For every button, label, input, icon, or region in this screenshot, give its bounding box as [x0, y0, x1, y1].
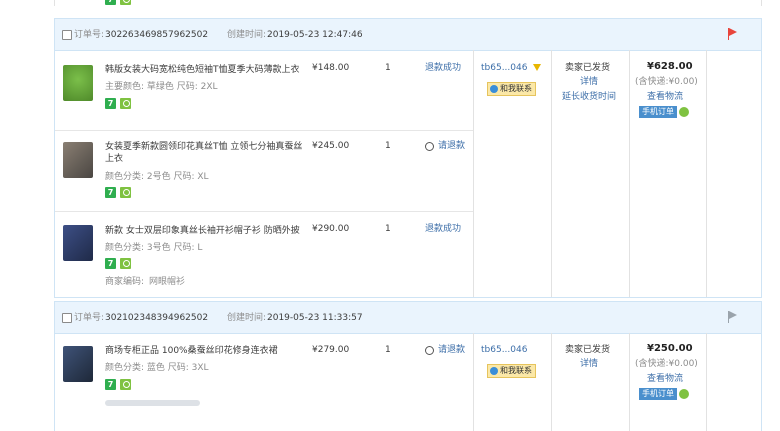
merchant-code: 网眼帽衫 — [149, 277, 186, 287]
seller-name-link[interactable]: tb65...046 — [481, 344, 527, 356]
order-total: ¥628.00 — [647, 61, 693, 72]
contact-seller-button[interactable]: 和我联系 — [487, 82, 536, 96]
product-title[interactable]: 女装夏季新款圆领印花真丝T恤 立领七分袖真蚕丝上衣 — [105, 141, 305, 165]
guarantee-icon — [120, 258, 131, 269]
refund-status-link[interactable]: 退款成功 — [425, 223, 461, 235]
order-status: 卖家已发货 — [565, 345, 611, 355]
order-id: 302263469857962502 — [105, 30, 209, 40]
price: ¥245.00 — [312, 141, 350, 151]
view-logistics-link[interactable]: 查看物流 — [647, 91, 683, 103]
mobile-order-tag: 手机订单 — [639, 106, 677, 118]
clock-icon — [425, 346, 434, 355]
mobile-order-tag: 手机订单 — [639, 388, 677, 400]
green-badge-icon — [679, 389, 689, 399]
create-time-label: 创建时间: — [227, 30, 267, 40]
seven-day-icon: 7 — [105, 258, 116, 269]
order-detail-link[interactable]: 详情 — [580, 76, 598, 88]
contact-seller-button[interactable]: 和我联系 — [487, 364, 536, 378]
price: ¥148.00 — [312, 63, 350, 73]
product-title[interactable]: 新款 女士双层印象真丝长袖开衫帽子衫 防晒外披 — [105, 225, 300, 237]
guarantee-icon — [120, 187, 131, 198]
order-card: 订单号: 302102348394962502 创建时间: 2019-05-23… — [54, 301, 762, 431]
guarantee-icon — [120, 98, 131, 109]
extend-receipt-link[interactable]: 延长收货时间 — [562, 91, 616, 103]
order-id-label: 订单号: — [74, 30, 105, 40]
create-time: 2019-05-23 11:33:57 — [267, 313, 363, 323]
product-spec: 颜色分类: 蓝色 尺码: 3XL — [105, 363, 209, 373]
view-logistics-link[interactable]: 查看物流 — [647, 373, 683, 385]
product-title[interactable]: 商场专柜正品 100%桑蚕丝印花修身连衣裙 — [105, 345, 278, 357]
quantity: 1 — [385, 345, 391, 355]
price: ¥290.00 — [312, 224, 350, 234]
order-detail-link[interactable]: 详情 — [580, 358, 598, 370]
product-title[interactable]: 韩版女装大码宽松纯色短袖T恤夏季大码薄款上衣 — [105, 64, 300, 76]
order-status: 卖家已发货 — [565, 63, 611, 73]
green-badge-icon — [679, 107, 689, 117]
guarantee-icon — [120, 0, 131, 5]
product-thumbnail[interactable] — [63, 225, 93, 261]
flag-icon[interactable] — [728, 311, 740, 324]
order-id: 302102348394962502 — [105, 313, 209, 323]
order-checkbox[interactable] — [62, 313, 72, 323]
prev-order-remnant: 7 — [54, 0, 762, 6]
refund-status-link[interactable]: 退款成功 — [425, 62, 461, 74]
clock-icon — [425, 142, 434, 151]
product-thumbnail[interactable] — [63, 346, 93, 382]
merchant-code-label: 商家编码: — [105, 277, 145, 287]
product-thumbnail[interactable] — [63, 65, 93, 101]
quantity: 1 — [385, 63, 391, 73]
product-spec: 主要颜色: 草绿色 尺码: 2XL — [105, 82, 218, 92]
order-header: 订单号: 302102348394962502 创建时间: 2019-05-23… — [55, 302, 761, 334]
create-time-label: 创建时间: — [227, 313, 267, 323]
price: ¥279.00 — [312, 345, 350, 355]
order-header: 订单号: 302263469857962502 创建时间: 2019-05-23… — [55, 19, 761, 51]
product-spec: 颜色分类: 2号色 尺码: XL — [105, 172, 209, 182]
request-refund-link[interactable]: 请退款 — [438, 344, 465, 356]
seller-name-link[interactable]: tb65...046 — [481, 62, 527, 74]
order-card: 订单号: 302263469857962502 创建时间: 2019-05-23… — [54, 18, 762, 298]
seven-day-icon: 7 — [105, 187, 116, 198]
order-id-label: 订单号: — [74, 313, 105, 323]
product-spec: 颜色分类: 3号色 尺码: L — [105, 243, 203, 253]
request-refund-link[interactable]: 请退款 — [438, 140, 465, 152]
guarantee-icon — [120, 379, 131, 390]
order-total: ¥250.00 — [647, 343, 693, 354]
seven-day-icon: 7 — [105, 0, 116, 5]
blurred-merchant-code — [105, 400, 200, 406]
filter-icon — [533, 64, 541, 71]
seven-day-icon: 7 — [105, 98, 116, 109]
order-checkbox[interactable] — [62, 30, 72, 40]
create-time: 2019-05-23 12:47:46 — [267, 30, 363, 40]
product-thumbnail[interactable] — [63, 142, 93, 178]
shipping-fee: (含快递:¥0.00) — [635, 77, 698, 87]
seven-day-icon: 7 — [105, 379, 116, 390]
quantity: 1 — [385, 141, 391, 151]
flag-icon[interactable] — [728, 28, 740, 41]
quantity: 1 — [385, 224, 391, 234]
shipping-fee: (含快递:¥0.00) — [635, 359, 698, 369]
